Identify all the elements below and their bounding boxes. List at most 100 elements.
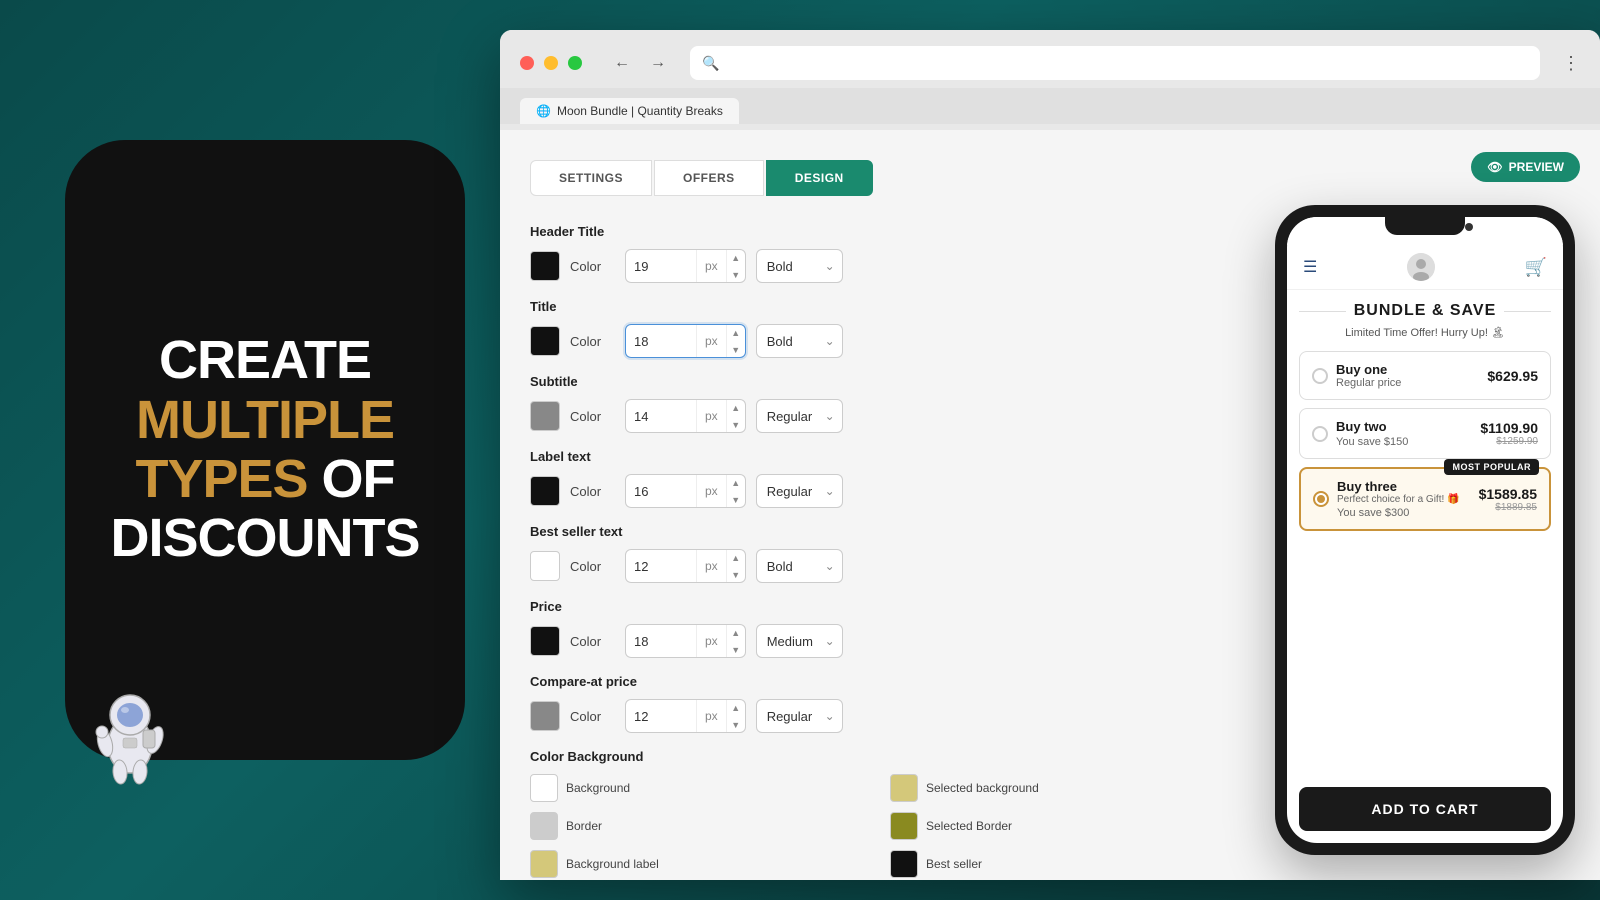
option-3-price-old: $1889.85 <box>1479 502 1537 513</box>
bundle-option-2[interactable]: Buy two You save $150 $1109.90 $1259.90 <box>1299 408 1551 459</box>
header-weight-select[interactable]: Bold Regular Medium <box>756 249 843 283</box>
compare-size-down[interactable]: ▼ <box>727 716 745 733</box>
label-size-down[interactable]: ▼ <box>727 491 745 508</box>
forward-button[interactable]: → <box>644 49 672 77</box>
compare-weight-select[interactable]: Regular Bold Medium <box>756 699 843 733</box>
subtitle-size-input-wrapper: px ▲ ▼ <box>625 399 746 433</box>
label-size-up[interactable]: ▲ <box>727 474 745 491</box>
bg-background-swatch[interactable] <box>530 774 558 802</box>
price-size-input-wrapper: px ▲ ▼ <box>625 624 746 658</box>
header-color-swatch[interactable] <box>530 251 560 281</box>
bundle-header: BUNDLE & SAVE Limited Time Offer! Hurry … <box>1299 302 1551 339</box>
preview-area: 👁 PREVIEW ☰ <box>1260 130 1600 880</box>
traffic-light-red[interactable] <box>520 56 534 70</box>
best-seller-row: Color px ▲ ▼ Bold Regular Medium <box>530 549 1230 583</box>
most-popular-badge: MOST POPULAR <box>1444 459 1539 475</box>
traffic-light-green[interactable] <box>568 56 582 70</box>
compare-size-input[interactable] <box>626 709 696 724</box>
price-color-swatch[interactable] <box>530 626 560 656</box>
address-bar-container: 🔍 ⋮ <box>690 46 1580 80</box>
phone-menu-icon[interactable]: ☰ <box>1303 257 1317 277</box>
best-seller-color-label: Color <box>570 559 615 574</box>
compare-color-swatch[interactable] <box>530 701 560 731</box>
subtitle-px-unit: px <box>696 400 726 432</box>
title-weight-select[interactable]: Bold Regular Medium <box>756 324 843 358</box>
tab-design[interactable]: DESIGN <box>766 160 873 196</box>
tab-settings[interactable]: SETTINGS <box>530 160 652 196</box>
phone-header: ☰ 🛒 <box>1287 245 1563 290</box>
title-color-swatch[interactable] <box>530 326 560 356</box>
compare-px-unit: px <box>696 700 726 732</box>
tab-offers[interactable]: OFFERS <box>654 160 764 196</box>
subtitle-weight-select[interactable]: Regular Bold Medium <box>756 399 843 433</box>
best-seller-weight-select[interactable]: Bold Regular Medium <box>756 549 843 583</box>
price-weight-select[interactable]: Medium Bold Regular <box>756 624 843 658</box>
bg-label-bg-swatch[interactable] <box>530 850 558 878</box>
header-color-label: Color <box>570 259 615 274</box>
header-size-input[interactable] <box>626 259 696 274</box>
browser-menu-icon[interactable]: ⋮ <box>1562 53 1580 74</box>
option-1-price: $629.95 <box>1487 368 1538 384</box>
subtitle-size-up[interactable]: ▲ <box>727 399 745 416</box>
bg-selected-bg-swatch[interactable] <box>890 774 918 802</box>
compare-size-up[interactable]: ▲ <box>727 699 745 716</box>
bg-best-seller-item: Best seller <box>890 850 1230 878</box>
bg-selected-border-swatch[interactable] <box>890 812 918 840</box>
phone-avatar <box>1407 253 1435 281</box>
traffic-light-yellow[interactable] <box>544 56 558 70</box>
tab-title: Moon Bundle | Quantity Breaks <box>557 104 723 118</box>
preview-button[interactable]: 👁 PREVIEW <box>1471 152 1580 182</box>
label-weight-select[interactable]: Regular Bold Medium <box>756 474 843 508</box>
price-size-down[interactable]: ▼ <box>727 641 745 658</box>
best-seller-size-up[interactable]: ▲ <box>727 549 745 566</box>
eye-icon: 👁 <box>1487 160 1502 174</box>
option-2-save: You save $150 <box>1336 436 1472 448</box>
add-to-cart-button[interactable]: ADD TO CART <box>1299 787 1551 831</box>
label-color-swatch[interactable] <box>530 476 560 506</box>
header-title-row: Color px ▲ ▼ Bold Regular Medium <box>530 249 1230 283</box>
header-size-down[interactable]: ▼ <box>727 266 745 283</box>
bg-border-swatch[interactable] <box>530 812 558 840</box>
option-3-subtitle: Perfect choice for a Gift! 🎁 <box>1337 494 1471 505</box>
title-size-down[interactable]: ▼ <box>727 341 745 358</box>
bundle-option-3[interactable]: MOST POPULAR Buy three Perfect choice fo… <box>1299 467 1551 531</box>
title-size-input[interactable] <box>626 334 696 349</box>
title-size-up[interactable]: ▲ <box>727 324 745 341</box>
subtitle-weight-wrapper: Regular Bold Medium <box>756 399 843 433</box>
back-button[interactable]: ← <box>608 49 636 77</box>
price-arrows: ▲ ▼ <box>726 624 745 658</box>
browser-chrome: ← → 🔍 ⋮ 🌐 Moon Bundle | Quantity Breaks <box>500 30 1600 130</box>
option-1-price-main: $629.95 <box>1487 368 1538 384</box>
phone-cart-icon[interactable]: 🛒 <box>1525 257 1547 278</box>
price-size-up[interactable]: ▲ <box>727 624 745 641</box>
header-title-section-label: Header Title <box>530 224 1230 239</box>
title-size-input-wrapper: px ▲ ▼ <box>625 324 746 358</box>
bundle-option-1[interactable]: Buy one Regular price $629.95 <box>1299 351 1551 400</box>
astronaut-illustration <box>85 680 175 790</box>
browser-window: ← → 🔍 ⋮ 🌐 Moon Bundle | Quantity Breaks <box>500 30 1600 880</box>
header-arrows: ▲ ▼ <box>726 249 745 283</box>
subtitle-size-down[interactable]: ▼ <box>727 416 745 433</box>
radio-option-2[interactable] <box>1312 426 1328 442</box>
compare-row: Color px ▲ ▼ Regular Bold Medium <box>530 699 1230 733</box>
label-size-input[interactable] <box>626 484 696 499</box>
phone-notch-area <box>1287 217 1563 245</box>
price-size-input[interactable] <box>626 634 696 649</box>
compare-size-input-wrapper: px ▲ ▼ <box>625 699 746 733</box>
browser-tab[interactable]: 🌐 Moon Bundle | Quantity Breaks <box>520 98 739 124</box>
subtitle-color-swatch[interactable] <box>530 401 560 431</box>
address-bar[interactable]: 🔍 <box>690 46 1540 80</box>
color-bg-grid: Background Selected background Border Se… <box>530 774 1230 878</box>
header-size-up[interactable]: ▲ <box>727 249 745 266</box>
preview-label: PREVIEW <box>1509 160 1564 174</box>
radio-option-3[interactable] <box>1313 491 1329 507</box>
best-seller-px-unit: px <box>696 550 726 582</box>
best-seller-weight-wrapper: Bold Regular Medium <box>756 549 843 583</box>
bg-best-seller-swatch[interactable] <box>890 850 918 878</box>
subtitle-size-input[interactable] <box>626 409 696 424</box>
best-seller-size-input[interactable] <box>626 559 696 574</box>
best-seller-size-down[interactable]: ▼ <box>727 566 745 583</box>
radio-option-1[interactable] <box>1312 368 1328 384</box>
best-seller-color-swatch[interactable] <box>530 551 560 581</box>
bg-selected-bg-item: Selected background <box>890 774 1230 802</box>
